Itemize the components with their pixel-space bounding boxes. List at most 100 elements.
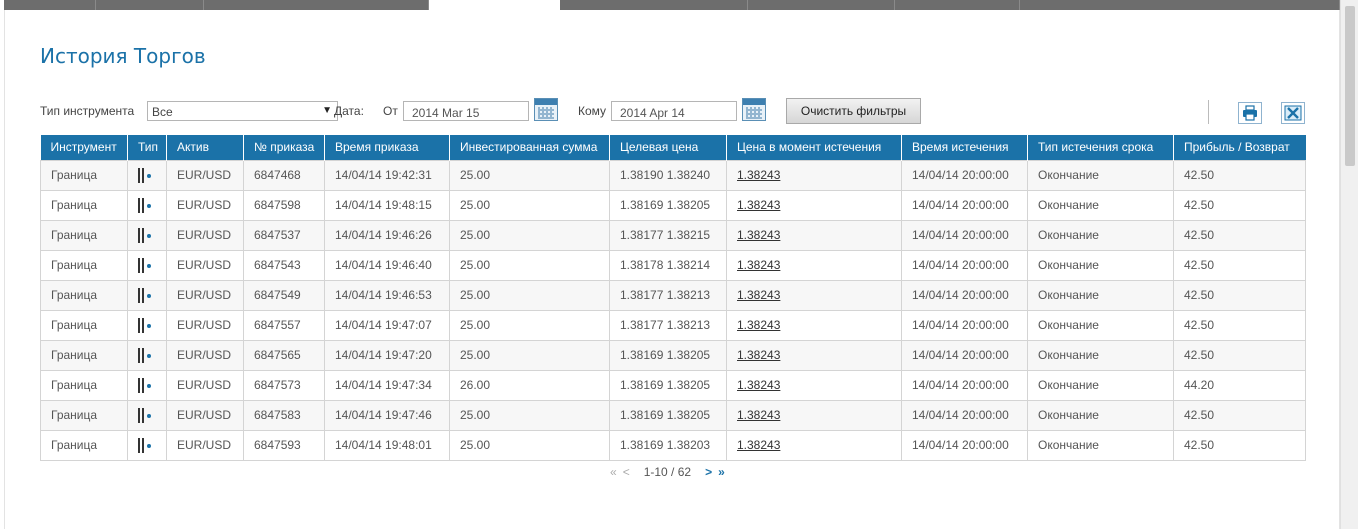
calendar-icon[interactable] [534,98,558,121]
top-tab-6[interactable] [748,0,895,10]
table-row: Граница EUR/USD 6847565 14/04/14 19:47:20 25… [40,339,1306,371]
asset-cell: EUR/USD [166,219,244,251]
clear-filters-button[interactable]: Очистить фильтры [786,98,921,124]
expiry-price-link[interactable]: 1.38243 [737,318,780,332]
expiry-time-cell: 14/04/14 20:00:00 [901,159,1028,191]
excel-icon[interactable] [1281,102,1305,124]
column-header[interactable]: Время приказа [324,135,450,160]
column-header[interactable]: Инвестированная сумма [449,135,610,160]
to-date-value: 2014 Apr 14 [620,106,685,120]
top-tab-5[interactable] [560,0,748,10]
target-cell: 1.38190 1.38240 [609,159,727,191]
amount-cell: 25.00 [449,399,610,431]
instrument-type-select[interactable]: Все ▼ [147,101,338,121]
page-title: История Торгов [40,44,206,68]
type-cell [127,399,167,431]
amount-cell: 26.00 [449,369,610,401]
top-tab-1[interactable] [4,0,96,10]
boundary-type-icon [138,227,152,243]
trade-history-table: Инструмент Тип Актив № приказа Время приказа… [40,135,1306,461]
expiry-type-cell: Окончание [1027,369,1174,401]
boundary-type-icon [138,257,152,273]
top-tab-7[interactable] [895,0,1020,10]
table-row: Граница EUR/USD 6847549 14/04/14 19:46:53 25… [40,279,1306,311]
target-cell: 1.38169 1.38205 [609,399,727,431]
expiry-price-link[interactable]: 1.38243 [737,228,780,242]
to-date-input[interactable]: 2014 Apr 14 [611,101,737,121]
table-row: Граница EUR/USD 6847557 14/04/14 19:47:07 25… [40,309,1306,341]
from-date-input[interactable]: 2014 Mar 15 [403,101,529,121]
vertical-scrollbar[interactable] [1340,0,1358,529]
expiry-price-cell: 1.38243 [726,189,902,221]
top-tab-2[interactable] [96,0,204,10]
top-tab-8[interactable] [1020,0,1340,10]
profit-cell: 42.50 [1173,249,1306,281]
instrument-cell: Граница [40,189,128,221]
instrument-cell: Граница [40,219,128,251]
type-cell [127,429,167,461]
target-cell: 1.38178 1.38214 [609,249,727,281]
expiry-type-cell: Окончание [1027,249,1174,281]
target-cell: 1.38169 1.38203 [609,429,727,461]
instrument-cell: Граница [40,159,128,191]
expiry-price-link[interactable]: 1.38243 [737,198,780,212]
column-header[interactable]: Тип [127,135,167,160]
order-cell: 6847468 [243,159,325,191]
order-time-cell: 14/04/14 19:47:34 [324,369,450,401]
from-date-value: 2014 Mar 15 [412,106,480,120]
order-cell: 6847543 [243,249,325,281]
expiry-price-link[interactable]: 1.38243 [737,378,780,392]
column-header[interactable]: Прибыль / Возврат [1173,135,1306,160]
column-header[interactable]: № приказа [243,135,325,160]
expiry-price-link[interactable]: 1.38243 [737,438,780,452]
expiry-price-link[interactable]: 1.38243 [737,258,780,272]
target-cell: 1.38169 1.38205 [609,369,727,401]
column-header[interactable]: Инструмент [40,135,128,160]
expiry-type-cell: Окончание [1027,219,1174,251]
column-header[interactable]: Цена в момент истечения [726,135,902,160]
expiry-type-cell: Окончание [1027,279,1174,311]
expiry-price-link[interactable]: 1.38243 [737,168,780,182]
scrollbar-thumb[interactable] [1345,6,1355,166]
order-time-cell: 14/04/14 19:46:26 [324,219,450,251]
target-cell: 1.38169 1.38205 [609,189,727,221]
expiry-price-cell: 1.38243 [726,249,902,281]
column-header[interactable]: Тип истечения срока [1027,135,1174,160]
expiry-price-link[interactable]: 1.38243 [737,408,780,422]
expiry-price-cell: 1.38243 [726,399,902,431]
table-body: Граница EUR/USD 6847468 14/04/14 19:42:31 25… [40,159,1306,461]
to-label: Кому [578,104,607,118]
order-cell: 6847557 [243,309,325,341]
boundary-type-icon [138,437,152,453]
type-cell [127,189,167,221]
asset-cell: EUR/USD [166,399,244,431]
type-cell [127,279,167,311]
top-tab-active[interactable] [429,0,560,10]
expiry-price-link[interactable]: 1.38243 [737,288,780,302]
next-page-button[interactable]: > [705,465,712,479]
dropdown-arrow-icon: ▼ [322,105,332,116]
order-cell: 6847537 [243,219,325,251]
printer-icon[interactable] [1238,102,1262,124]
column-header[interactable]: Целевая цена [609,135,727,160]
calendar-icon[interactable] [742,98,766,121]
boundary-type-icon [138,287,152,303]
column-header[interactable]: Время истечения [901,135,1028,160]
last-page-button[interactable]: » [718,465,725,479]
expiry-time-cell: 14/04/14 20:00:00 [901,189,1028,221]
expiry-time-cell: 14/04/14 20:00:00 [901,399,1028,431]
top-tab-3[interactable] [204,0,429,10]
column-header[interactable]: Актив [166,135,244,160]
first-page-button[interactable]: « [610,465,617,479]
target-cell: 1.38177 1.38215 [609,219,727,251]
profit-cell: 42.50 [1173,189,1306,221]
expiry-price-link[interactable]: 1.38243 [737,348,780,362]
amount-cell: 25.00 [449,189,610,221]
instrument-cell: Граница [40,249,128,281]
order-time-cell: 14/04/14 19:46:40 [324,249,450,281]
expiry-type-cell: Окончание [1027,399,1174,431]
prev-page-button[interactable]: < [623,465,630,479]
profit-cell: 42.50 [1173,309,1306,341]
instrument-cell: Граница [40,339,128,371]
profit-cell: 42.50 [1173,219,1306,251]
